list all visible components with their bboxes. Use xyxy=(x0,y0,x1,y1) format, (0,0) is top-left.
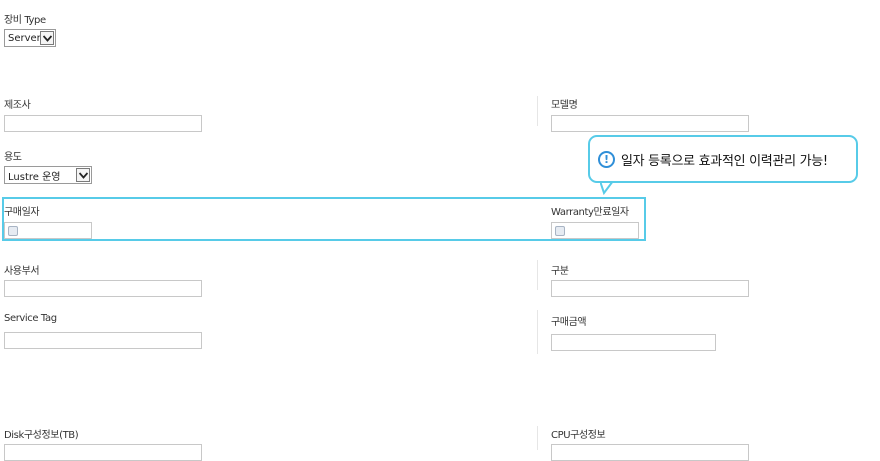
model-name-label: 모델명 xyxy=(551,100,578,111)
column-divider xyxy=(537,260,538,290)
equipment-type-label: 장비 Type xyxy=(4,15,46,26)
purpose-select[interactable]: Lustre 운영 xyxy=(4,166,92,184)
purchase-date-label: 구매일자 xyxy=(4,207,40,218)
department-input[interactable] xyxy=(4,280,202,297)
category-label: 구분 xyxy=(551,266,569,277)
purpose-value: Lustre 운영 xyxy=(8,171,61,183)
equipment-type-select[interactable]: Server xyxy=(4,29,56,47)
cpu-info-label: CPU구성정보 xyxy=(551,430,606,441)
column-divider xyxy=(537,426,538,450)
chevron-down-icon xyxy=(40,31,54,45)
category-input[interactable] xyxy=(551,280,749,297)
model-name-input[interactable] xyxy=(551,115,749,132)
column-divider xyxy=(537,96,538,126)
chevron-down-icon xyxy=(76,168,90,182)
equipment-type-value: Server xyxy=(8,32,41,44)
callout-text: 일자 등록으로 효과적인 이력관리 가능! xyxy=(621,153,828,169)
disk-info-input[interactable] xyxy=(4,444,202,461)
manufacturer-label: 제조사 xyxy=(4,100,31,111)
info-icon: ! xyxy=(598,150,615,168)
calendar-icon[interactable] xyxy=(8,226,18,236)
purchase-amount-label: 구매금액 xyxy=(551,317,587,328)
service-tag-label: Service Tag xyxy=(4,313,57,324)
calendar-icon[interactable] xyxy=(555,226,565,236)
cpu-info-input[interactable] xyxy=(551,444,749,461)
date-fields-highlight xyxy=(2,197,646,241)
department-label: 사용부서 xyxy=(4,266,40,277)
purpose-label: 용도 xyxy=(4,152,22,163)
disk-info-label: Disk구성정보(TB) xyxy=(4,430,79,441)
callout-tail xyxy=(600,181,614,195)
warranty-end-label: Warranty만료일자 xyxy=(551,207,629,218)
column-divider xyxy=(537,310,538,354)
purchase-amount-input[interactable] xyxy=(551,334,716,351)
callout-bubble: ! 일자 등록으로 효과적인 이력관리 가능! xyxy=(588,135,858,183)
manufacturer-input[interactable] xyxy=(4,115,202,132)
service-tag-input[interactable] xyxy=(4,332,202,349)
